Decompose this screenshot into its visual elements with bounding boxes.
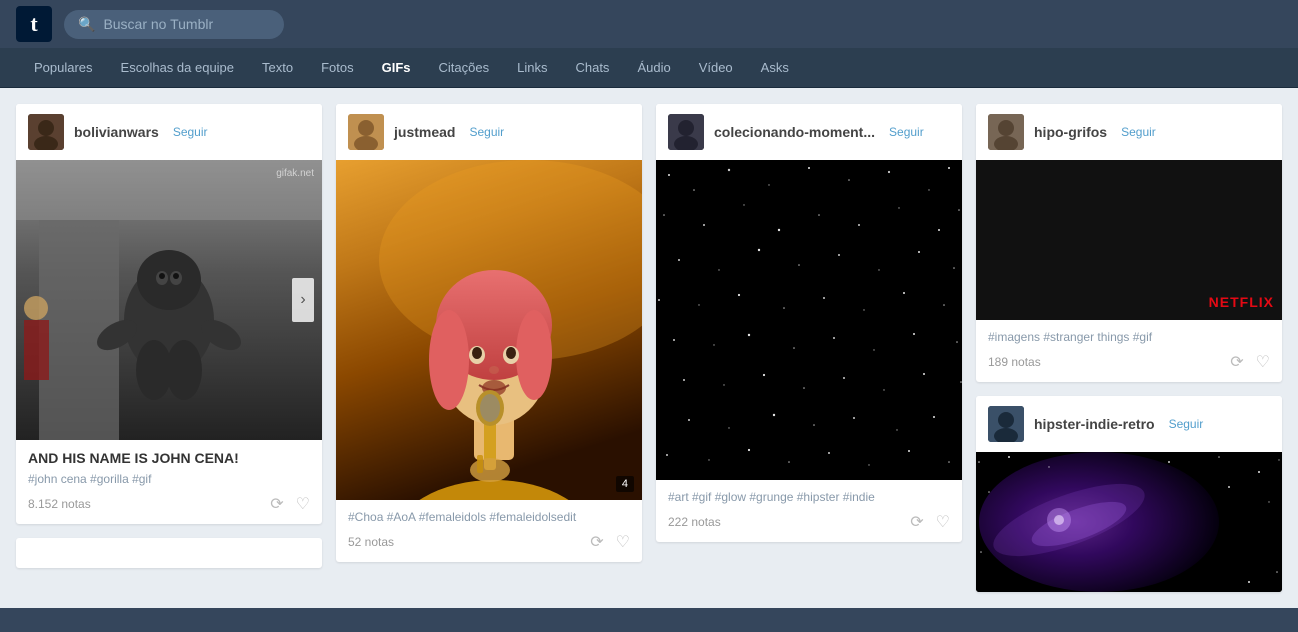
post-image-4: NETFLIX bbox=[976, 160, 1282, 320]
notes-4: 189 notas bbox=[988, 355, 1041, 369]
card-header-4: hipo-grifos Seguir bbox=[976, 104, 1282, 160]
nav-item-gifs[interactable]: GIFs bbox=[368, 48, 425, 88]
nav-bar: Populares Escolhas da equipe Texto Fotos… bbox=[0, 48, 1298, 88]
blog-name-4: hipo-grifos bbox=[1034, 124, 1107, 140]
nav-item-asks[interactable]: Asks bbox=[747, 48, 803, 88]
card-header-2: justmead Seguir bbox=[336, 104, 642, 160]
column-1: bolivianwars Seguir bbox=[16, 104, 322, 568]
column-3: colecionando-moment... Seguir bbox=[656, 104, 962, 542]
post-image-1: gifak.net › bbox=[16, 160, 322, 440]
next-arrow-1[interactable]: › bbox=[292, 278, 314, 322]
card-header-5: hipster-indie-retro Seguir bbox=[976, 396, 1282, 452]
post-tags-1: #john cena #gorilla #gif bbox=[28, 472, 310, 486]
nav-item-chats[interactable]: Chats bbox=[561, 48, 623, 88]
post-image-3 bbox=[656, 160, 962, 480]
nav-item-escolhas[interactable]: Escolhas da equipe bbox=[107, 48, 248, 88]
heart-icon-2[interactable]: ♡ bbox=[616, 532, 630, 552]
follow-btn-5[interactable]: Seguir bbox=[1169, 417, 1204, 431]
nav-item-links[interactable]: Links bbox=[503, 48, 561, 88]
post-title-1: AND HIS NAME IS JOHN CENA! bbox=[28, 450, 310, 466]
card-actions-3: 222 notas ⟳ ♡ bbox=[668, 512, 950, 532]
card-actions-2: 52 notas ⟳ ♡ bbox=[348, 532, 630, 552]
card-footer-3: #art #gif #glow #grunge #hipster #indie … bbox=[656, 480, 962, 542]
follow-btn-3[interactable]: Seguir bbox=[889, 125, 924, 139]
search-bar[interactable]: 🔍 bbox=[64, 10, 284, 39]
card-footer-4: #imagens #stranger things #gif 189 notas… bbox=[976, 320, 1282, 382]
card-actions-4: 189 notas ⟳ ♡ bbox=[988, 352, 1270, 372]
netflix-logo: NETFLIX bbox=[1209, 294, 1274, 310]
reblog-icon-1[interactable]: ⟳ bbox=[270, 494, 283, 514]
post-card-3: colecionando-moment... Seguir bbox=[656, 104, 962, 542]
card-footer-1: AND HIS NAME IS JOHN CENA! #john cena #g… bbox=[16, 440, 322, 524]
notes-2: 52 notas bbox=[348, 535, 394, 549]
heart-icon-4[interactable]: ♡ bbox=[1256, 352, 1270, 372]
column-4: hipo-grifos Seguir NETFLIX #imagens #str… bbox=[976, 104, 1282, 592]
content-grid: bolivianwars Seguir bbox=[0, 88, 1298, 608]
reblog-icon-3[interactable]: ⟳ bbox=[910, 512, 923, 532]
avatar-colecionando[interactable] bbox=[668, 114, 704, 150]
avatar-hipo-grifos[interactable] bbox=[988, 114, 1024, 150]
partial-card-1 bbox=[16, 538, 322, 568]
post-tags-2: #Choa #AoA #femaleidols #femaleidolsedit bbox=[348, 510, 630, 524]
blog-name-1: bolivianwars bbox=[74, 124, 159, 140]
heart-icon-3[interactable]: ♡ bbox=[936, 512, 950, 532]
post-card-2: justmead Seguir bbox=[336, 104, 642, 562]
post-image-5 bbox=[976, 452, 1282, 592]
post-tags-4: #imagens #stranger things #gif bbox=[988, 330, 1270, 344]
action-icons-4: ⟳ ♡ bbox=[1230, 352, 1270, 372]
watermark-1: gifak.net bbox=[276, 168, 314, 179]
action-icons-1: ⟳ ♡ bbox=[270, 494, 310, 514]
logo[interactable]: t bbox=[16, 6, 52, 42]
card-header-3: colecionando-moment... Seguir bbox=[656, 104, 962, 160]
nav-item-texto[interactable]: Texto bbox=[248, 48, 307, 88]
blog-name-5: hipster-indie-retro bbox=[1034, 416, 1155, 432]
notes-1: 8.152 notas bbox=[28, 497, 91, 511]
gif-badge-2: 4 bbox=[616, 476, 634, 492]
nav-item-audio[interactable]: Áudio bbox=[623, 48, 684, 88]
post-tags-3: #art #gif #glow #grunge #hipster #indie bbox=[668, 490, 950, 504]
nav-item-populares[interactable]: Populares bbox=[20, 48, 107, 88]
follow-btn-2[interactable]: Seguir bbox=[469, 125, 504, 139]
post-image-2: 4 bbox=[336, 160, 642, 500]
header: t 🔍 bbox=[0, 0, 1298, 48]
avatar-hipster[interactable] bbox=[988, 406, 1024, 442]
action-icons-3: ⟳ ♡ bbox=[910, 512, 950, 532]
logo-text: t bbox=[30, 11, 37, 37]
column-2: justmead Seguir bbox=[336, 104, 642, 562]
action-icons-2: ⟳ ♡ bbox=[590, 532, 630, 552]
nav-item-fotos[interactable]: Fotos bbox=[307, 48, 368, 88]
follow-btn-1[interactable]: Seguir bbox=[173, 125, 208, 139]
nav-item-citacoes[interactable]: Citações bbox=[425, 48, 504, 88]
card-actions-1: 8.152 notas ⟳ ♡ bbox=[28, 494, 310, 514]
card-header-1: bolivianwars Seguir bbox=[16, 104, 322, 160]
notes-3: 222 notas bbox=[668, 515, 721, 529]
avatar-justmead[interactable] bbox=[348, 114, 384, 150]
search-icon: 🔍 bbox=[78, 16, 95, 33]
blog-name-2: justmead bbox=[394, 124, 455, 140]
nav-item-video[interactable]: Vídeo bbox=[685, 48, 747, 88]
heart-icon-1[interactable]: ♡ bbox=[296, 494, 310, 514]
search-input[interactable] bbox=[103, 16, 263, 32]
avatar-bolivianwars[interactable] bbox=[28, 114, 64, 150]
post-card-1: bolivianwars Seguir bbox=[16, 104, 322, 524]
reblog-icon-4[interactable]: ⟳ bbox=[1230, 352, 1243, 372]
reblog-icon-2[interactable]: ⟳ bbox=[590, 532, 603, 552]
blog-name-3: colecionando-moment... bbox=[714, 124, 875, 140]
card-footer-2: #Choa #AoA #femaleidols #femaleidolsedit… bbox=[336, 500, 642, 562]
post-card-5: hipster-indie-retro Seguir bbox=[976, 396, 1282, 592]
follow-btn-4[interactable]: Seguir bbox=[1121, 125, 1156, 139]
post-card-4: hipo-grifos Seguir NETFLIX #imagens #str… bbox=[976, 104, 1282, 382]
